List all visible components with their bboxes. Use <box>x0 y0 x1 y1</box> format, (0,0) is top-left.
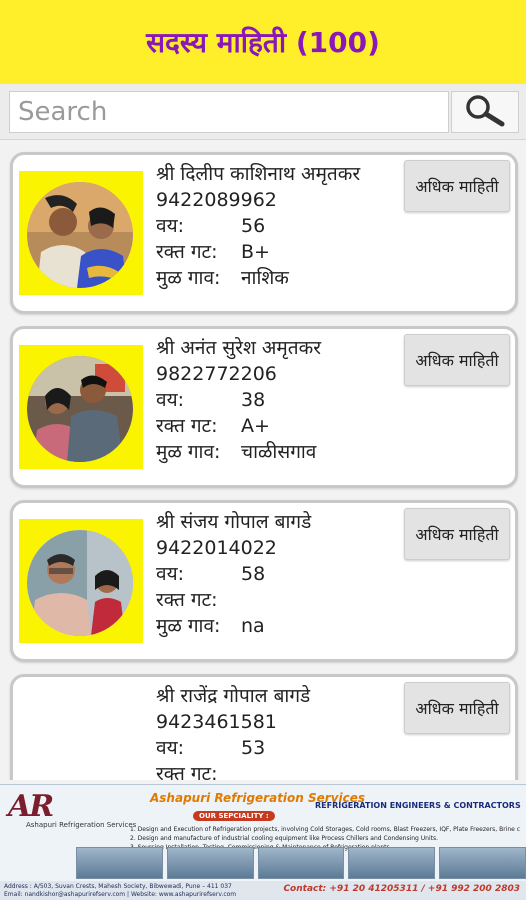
ad-photo <box>439 847 526 879</box>
ad-logo: AR Ashapuri Refrigeration Services <box>8 789 136 829</box>
ad-service-line: 2. Design and manufacture of industrial … <box>130 835 439 842</box>
age-label: वय: <box>156 389 184 411</box>
age-value: 58 <box>241 563 266 585</box>
blood-group-label: रक्त गट: <box>156 589 218 611</box>
app-header: सदस्य माहिती (100) <box>0 0 526 84</box>
member-age-row: वय: 38 <box>156 387 406 413</box>
member-photo <box>27 530 133 636</box>
member-age-row: वय: 58 <box>156 561 406 587</box>
village-label: मुळ गाव: <box>156 267 221 289</box>
more-info-button[interactable]: अधिक माहिती <box>404 160 510 212</box>
age-value: 56 <box>241 215 266 237</box>
search-button[interactable] <box>451 91 519 133</box>
member-village-row: मुळ गाव: चाळीसगाव <box>156 439 406 465</box>
ad-logo-mark: AR <box>8 789 54 824</box>
ad-tagline: REFRIGERATION ENGINEERS & CONTRACTORS <box>315 801 521 810</box>
more-info-button[interactable]: अधिक माहिती <box>404 682 510 734</box>
ad-service-line: 1. Design and Execution of Refrigeration… <box>130 826 520 833</box>
ad-logo-subtitle: Ashapuri Refrigeration Services <box>26 821 137 829</box>
member-photo-frame <box>19 345 143 469</box>
age-value: 38 <box>241 389 266 411</box>
page-title: सदस्य माहिती (100) <box>146 26 380 59</box>
ad-photo <box>348 847 436 879</box>
ad-photo <box>76 847 163 879</box>
village-label: मुळ गाव: <box>156 615 221 637</box>
member-phone: 9422014022 <box>156 537 277 559</box>
member-card[interactable]: श्री संजय गोपाल बागडे 9422014022 वय: 58 र… <box>10 500 518 662</box>
member-age-row: वय: 53 <box>156 735 406 761</box>
blood-group-label: रक्त गट: <box>156 415 218 437</box>
ad-contact: Contact: +91 20 41205311 / +91 992 200 2… <box>283 884 520 894</box>
age-value: 53 <box>241 737 266 759</box>
member-blood-row: रक्त गट: <box>156 761 406 780</box>
member-photo <box>27 356 133 462</box>
member-phone: 9422089962 <box>156 189 277 211</box>
blood-group-label: रक्त गट: <box>156 241 218 263</box>
member-village-row: मुळ गाव: नाशिक <box>156 265 406 291</box>
village-value: नाशिक <box>241 267 289 289</box>
ad-photo <box>166 847 254 879</box>
member-card[interactable]: श्री दिलीप काशिनाथ अमृतकर 9422089962 वय:… <box>10 152 518 314</box>
member-name: श्री दिलीप काशिनाथ अमृतकर <box>156 163 361 185</box>
search-icon <box>462 93 508 131</box>
member-name: श्री राजेंद्र गोपाल बागडे <box>156 685 311 707</box>
village-value: na <box>241 615 265 637</box>
ad-banner[interactable]: AR Ashapuri Refrigeration Services Ashap… <box>0 784 526 900</box>
village-label: मुळ गाव: <box>156 441 221 463</box>
member-blood-row: रक्त गट: A+ <box>156 413 406 439</box>
member-name: श्री संजय गोपाल बागडे <box>156 511 312 533</box>
more-info-button[interactable]: अधिक माहिती <box>404 334 510 386</box>
member-phone: 9822772206 <box>156 363 277 385</box>
blood-group-label: रक्त गट: <box>156 763 218 780</box>
member-photo-frame <box>19 693 143 780</box>
village-value: चाळीसगाव <box>241 441 317 463</box>
search-bar <box>0 84 526 140</box>
member-phone: 9423461581 <box>156 711 277 733</box>
member-name: श्री अनंत सुरेश अमृतकर <box>156 337 321 359</box>
ad-contact-bar: Address : A/503, Suvan Crests, Mahesh So… <box>0 881 526 900</box>
age-label: वय: <box>156 737 184 759</box>
ad-specialty-badge: OUR SEPCIALITY : <box>193 811 275 821</box>
member-photo <box>27 182 133 288</box>
search-input[interactable] <box>9 91 449 133</box>
member-village-row: मुळ गाव: na <box>156 613 406 639</box>
member-card[interactable]: श्री अनंत सुरेश अमृतकर 9822772206 वय: 38 … <box>10 326 518 488</box>
more-info-button[interactable]: अधिक माहिती <box>404 508 510 560</box>
age-label: वय: <box>156 215 184 237</box>
member-age-row: वय: 56 <box>156 213 406 239</box>
member-card[interactable]: श्री राजेंद्र गोपाल बागडे 9423461581 वय:… <box>10 674 518 780</box>
blood-group-value: B+ <box>241 241 270 263</box>
member-blood-row: रक्त गट: <box>156 587 406 613</box>
ad-photo <box>257 847 345 879</box>
age-label: वय: <box>156 563 184 585</box>
member-list: श्री दिलीप काशिनाथ अमृतकर 9422089962 वय:… <box>0 140 526 780</box>
blood-group-value: A+ <box>241 415 270 437</box>
member-photo-frame <box>19 171 143 295</box>
member-photo-frame <box>19 519 143 643</box>
member-blood-row: रक्त गट: B+ <box>156 239 406 265</box>
ad-photo-strip <box>76 847 526 879</box>
